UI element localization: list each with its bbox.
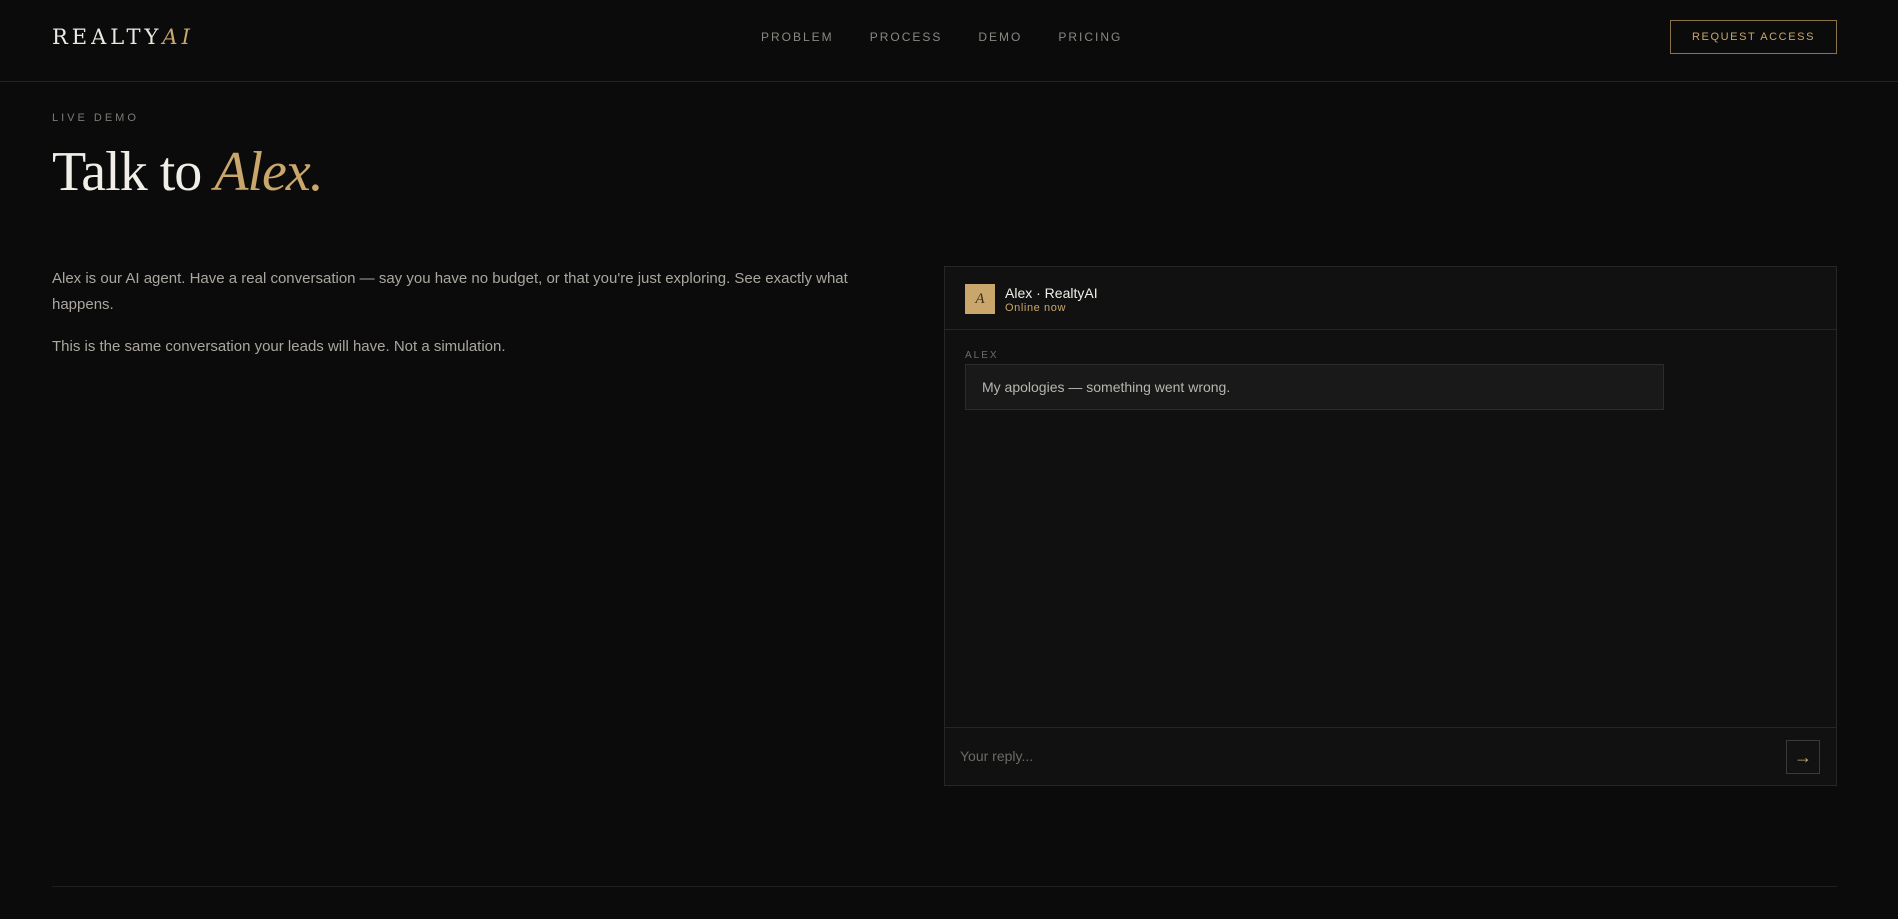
nav-link-demo[interactable]: DEMO	[978, 30, 1022, 44]
nav-link-pricing[interactable]: PRICING	[1058, 30, 1122, 44]
top-header: REALTYAI PROBLEM PROCESS DEMO PRICING RE…	[0, 0, 1898, 82]
arrow-right-icon: →	[1794, 746, 1812, 767]
intro-paragraph-1: Alex is our AI agent. Have a real conver…	[52, 270, 848, 313]
chat-header: A Alex · RealtyAI Online now	[945, 267, 1836, 330]
logo-accent: AI	[162, 25, 194, 49]
request-access-button[interactable]: REQUEST ACCESS	[1670, 20, 1837, 54]
chat-composer: →	[945, 727, 1836, 785]
reply-input[interactable]	[960, 738, 1780, 774]
message-sender: ALEX	[965, 350, 999, 361]
page-title-accent: Alex.	[214, 141, 323, 203]
intro-copy: Alex is our AI agent. Have a real conver…	[52, 266, 852, 360]
page: REALTYAI PROBLEM PROCESS DEMO PRICING RE…	[0, 0, 1898, 919]
brand-logo[interactable]: REALTYAI	[52, 25, 194, 49]
message-bubble: My apologies — something went wrong.	[965, 364, 1664, 410]
nav-link-problem[interactable]: PROBLEM	[761, 30, 834, 44]
agent-name: Alex · RealtyAI	[1005, 285, 1098, 301]
chat-widget: A Alex · RealtyAI Online now ALEX My apo…	[944, 266, 1837, 786]
page-title: Talk to Alex.	[52, 140, 324, 204]
send-button[interactable]: →	[1786, 740, 1820, 774]
nav-link-process[interactable]: PROCESS	[870, 30, 943, 44]
logo-main: REALTY	[52, 25, 163, 49]
footer-divider	[52, 886, 1837, 887]
intro-paragraph-2: This is the same conversation your leads…	[52, 338, 506, 355]
avatar: A	[965, 284, 995, 314]
main-nav: PROBLEM PROCESS DEMO PRICING	[761, 30, 1122, 44]
agent-status: Online now	[1005, 302, 1067, 314]
section-eyebrow: LIVE DEMO	[52, 112, 139, 124]
page-title-main: Talk to	[52, 141, 202, 203]
